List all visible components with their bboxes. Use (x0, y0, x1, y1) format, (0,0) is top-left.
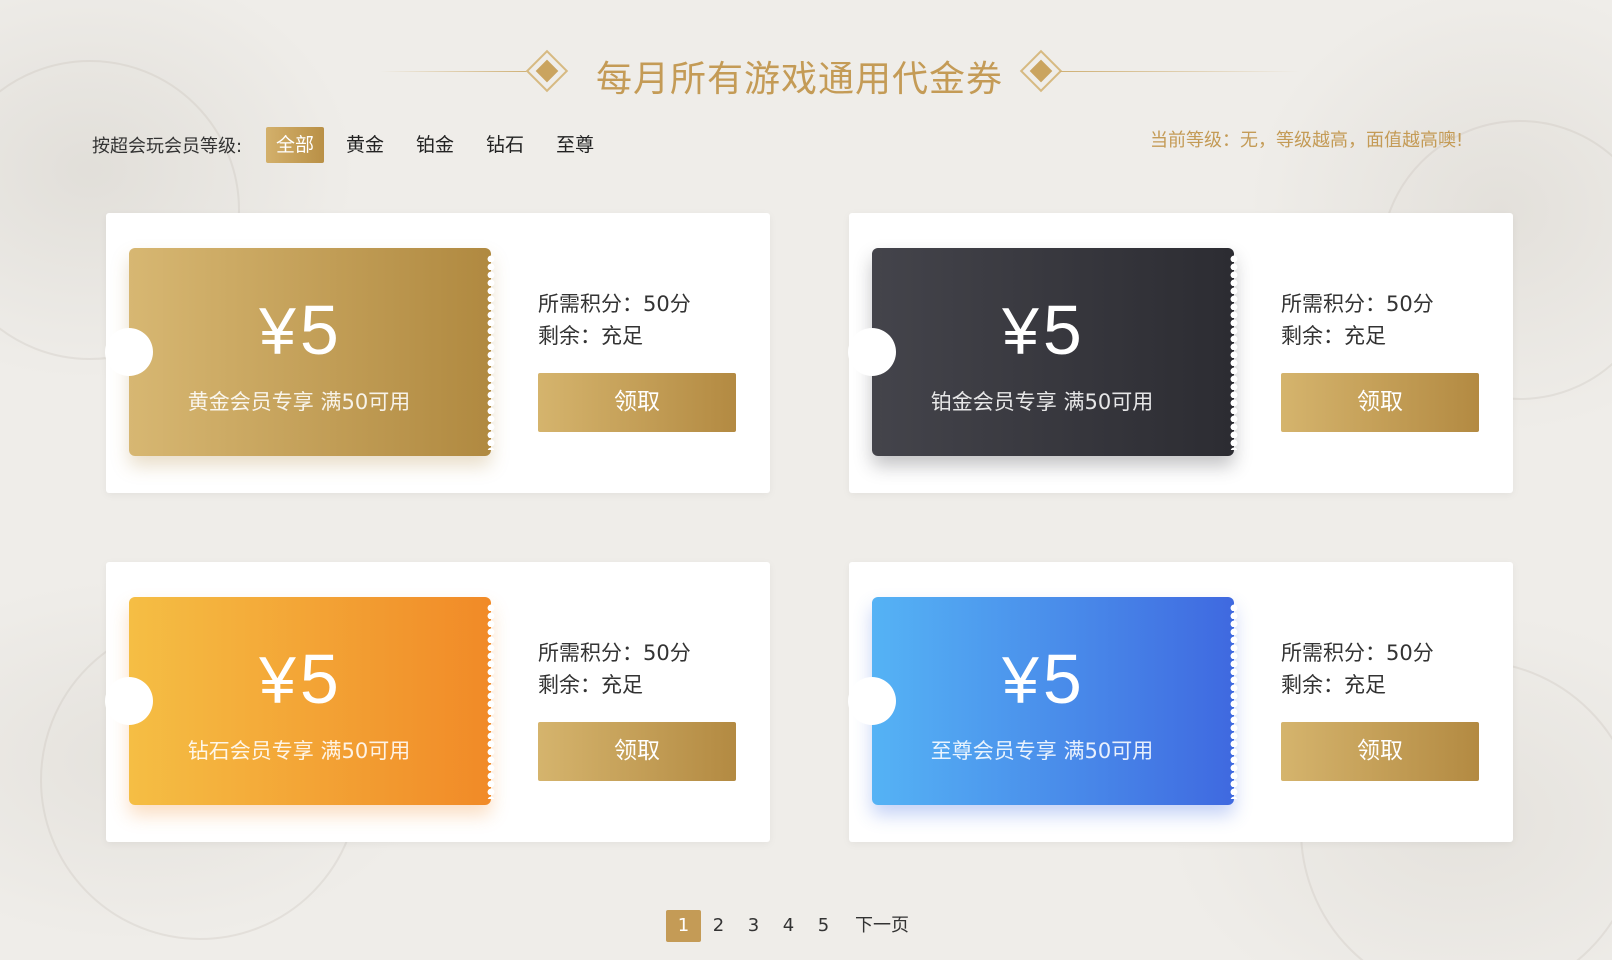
amount-value: 5 (299, 640, 339, 718)
amount-value: 5 (1042, 640, 1082, 718)
title-bar: 每月所有游戏通用代金券 (0, 44, 1612, 104)
required-points: 所需积分：50分 (538, 641, 691, 665)
coupon-amount: ¥5 (129, 292, 469, 369)
tab-platinum[interactable]: 铂金 (406, 127, 464, 163)
tab-gold[interactable]: 黄金 (336, 127, 394, 163)
coupon-info: 所需积分：50分 剩余：充足 (538, 288, 691, 352)
coupon-ticket: ¥5 至尊会员专享 满50可用 (848, 597, 1239, 805)
currency-symbol: ¥ (1002, 294, 1039, 368)
page-2-button[interactable]: 2 (701, 910, 736, 942)
currency-symbol: ¥ (1002, 643, 1039, 717)
amount-value: 5 (299, 291, 339, 369)
page: 每月所有游戏通用代金券 按超会玩会员等级: 全部 黄金 铂金 钻石 至尊 当前等… (0, 0, 1612, 960)
amount-value: 5 (1042, 291, 1082, 369)
claim-button[interactable]: 领取 (538, 722, 736, 781)
remaining-stock: 剩余：充足 (538, 673, 643, 697)
claim-button[interactable]: 领取 (538, 373, 736, 432)
remaining-stock: 剩余：充足 (1281, 324, 1386, 348)
required-points: 所需积分：50分 (538, 292, 691, 316)
coupon-description: 至尊会员专享 满50可用 (930, 739, 1154, 763)
title-divider-right (1060, 71, 1300, 72)
currency-symbol: ¥ (259, 294, 296, 368)
coupon-card: ¥5 铂金会员专享 满50可用 所需积分：50分 剩余：充足 领取 (848, 213, 1513, 493)
tab-all[interactable]: 全部 (266, 127, 325, 163)
page-title: 每月所有游戏通用代金券 (596, 59, 1004, 100)
diamond-ornament-icon (1019, 49, 1063, 93)
coupon-info: 所需积分：50分 剩余：充足 (1281, 637, 1434, 701)
coupon-description: 铂金会员专享 满50可用 (930, 390, 1154, 414)
claim-button[interactable]: 领取 (1281, 373, 1479, 432)
next-page-button[interactable]: 下一页 (851, 910, 913, 942)
title-divider-left (380, 71, 530, 72)
coupon-ticket: ¥5 黄金会员专享 满50可用 (105, 248, 496, 456)
remaining-stock: 剩余：充足 (538, 324, 643, 348)
required-points: 所需积分：50分 (1281, 641, 1434, 665)
tab-diamond[interactable]: 钻石 (476, 127, 534, 163)
page-3-button[interactable]: 3 (736, 910, 771, 942)
coupon-info: 所需积分：50分 剩余：充足 (538, 637, 691, 701)
page-5-button[interactable]: 5 (806, 910, 841, 942)
coupon-info: 所需积分：50分 剩余：充足 (1281, 288, 1434, 352)
coupon-description: 钻石会员专享 满50可用 (187, 739, 411, 763)
current-level-tip: 当前等级：无，等级越高，面值越高噢! (1150, 130, 1464, 151)
filter-label: 按超会玩会员等级: (92, 136, 243, 157)
level-filter-tabs: 全部 黄金 铂金 钻石 至尊 (266, 127, 604, 163)
page-4-button[interactable]: 4 (771, 910, 806, 942)
coupon-amount: ¥5 (129, 641, 469, 718)
pagination: 1 2 3 4 5 下一页 (666, 910, 913, 942)
coupon-description: 黄金会员专享 满50可用 (187, 390, 411, 414)
diamond-ornament-icon (525, 49, 569, 93)
coupon-card: ¥5 钻石会员专享 满50可用 所需积分：50分 剩余：充足 领取 (105, 562, 770, 842)
tab-supreme[interactable]: 至尊 (546, 127, 604, 163)
coupon-ticket: ¥5 铂金会员专享 满50可用 (848, 248, 1239, 456)
coupon-card: ¥5 黄金会员专享 满50可用 所需积分：50分 剩余：充足 领取 (105, 213, 770, 493)
coupon-ticket: ¥5 钻石会员专享 满50可用 (105, 597, 496, 805)
currency-symbol: ¥ (259, 643, 296, 717)
page-1-button[interactable]: 1 (666, 910, 701, 942)
coupon-amount: ¥5 (872, 292, 1212, 369)
required-points: 所需积分：50分 (1281, 292, 1434, 316)
remaining-stock: 剩余：充足 (1281, 673, 1386, 697)
claim-button[interactable]: 领取 (1281, 722, 1479, 781)
coupon-card: ¥5 至尊会员专享 满50可用 所需积分：50分 剩余：充足 领取 (848, 562, 1513, 842)
coupon-amount: ¥5 (872, 641, 1212, 718)
